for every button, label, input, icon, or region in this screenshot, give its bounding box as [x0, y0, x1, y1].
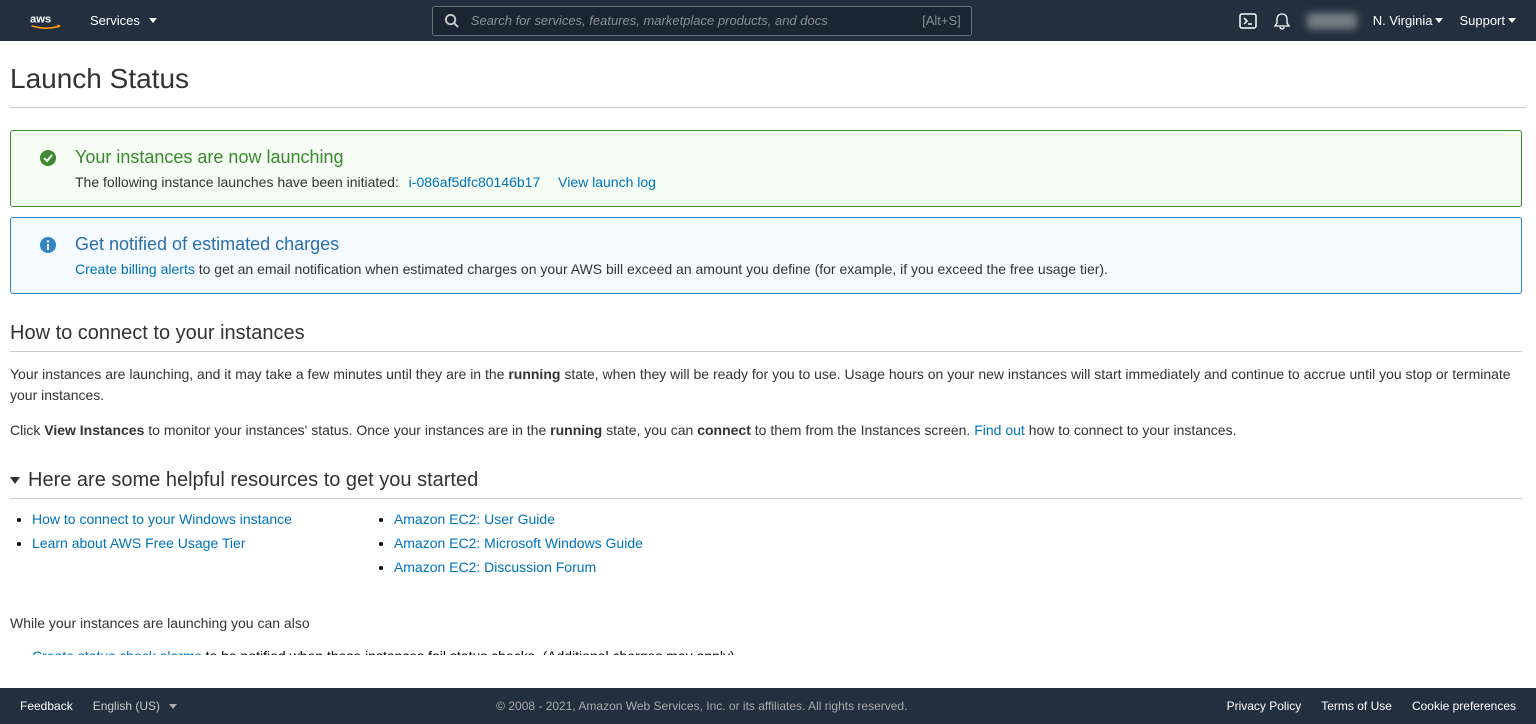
- main-scroll-area[interactable]: Your instances are now launching The fol…: [10, 120, 1526, 655]
- alert-title: Your instances are now launching: [75, 147, 1503, 168]
- resources-heading: Here are some helpful resources to get y…: [28, 469, 478, 492]
- while-launching-text: While your instances are launching you c…: [10, 613, 1522, 634]
- search-icon: [443, 12, 461, 30]
- svg-text:aws: aws: [30, 13, 51, 25]
- search-shortcut-hint: [Alt+S]: [922, 13, 961, 28]
- global-search[interactable]: [Alt+S]: [432, 6, 972, 36]
- support-menu[interactable]: Support: [1459, 13, 1516, 28]
- cookie-preferences-link[interactable]: Cookie preferences: [1412, 699, 1516, 713]
- alert-title: Get notified of estimated charges: [75, 234, 1503, 255]
- list-item: How to connect to your Windows instance: [32, 511, 292, 527]
- view-launch-log-link[interactable]: View launch log: [558, 174, 656, 190]
- check-circle-icon: [39, 149, 57, 190]
- copyright-text: © 2008 - 2021, Amazon Web Services, Inc.…: [177, 699, 1227, 713]
- while-launching-list: Create status check alarms to be notifie…: [10, 648, 1522, 655]
- connect-paragraph-1: Your instances are launching, and it may…: [10, 364, 1522, 406]
- caret-down-icon: [1508, 18, 1516, 23]
- list-item: Create status check alarms to be notifie…: [32, 648, 1522, 655]
- resource-link[interactable]: Amazon EC2: User Guide: [394, 511, 555, 527]
- resource-links: How to connect to your Windows instance …: [10, 511, 1522, 583]
- account-menu[interactable]: [1307, 13, 1357, 29]
- create-status-alarms-link[interactable]: Create status check alarms: [32, 648, 202, 655]
- info-circle-icon: [39, 236, 57, 277]
- list-item: Amazon EC2: Microsoft Windows Guide: [394, 535, 643, 551]
- resource-link[interactable]: How to connect to your Windows instance: [32, 511, 292, 527]
- connect-heading: How to connect to your instances: [10, 304, 1522, 352]
- page-title: Launch Status: [10, 51, 1526, 107]
- search-input[interactable]: [471, 13, 912, 28]
- cloudshell-icon[interactable]: [1239, 12, 1257, 30]
- terms-of-use-link[interactable]: Terms of Use: [1321, 699, 1392, 713]
- resource-link[interactable]: Learn about AWS Free Usage Tier: [32, 535, 245, 551]
- connect-paragraph-2: Click View Instances to monitor your ins…: [10, 420, 1522, 441]
- divider: [10, 107, 1526, 108]
- notifications-icon[interactable]: [1273, 12, 1291, 30]
- top-nav: aws Services [Alt+S] N. Virginia Support: [0, 0, 1536, 41]
- services-label: Services: [90, 13, 140, 28]
- feedback-link[interactable]: Feedback: [20, 699, 73, 713]
- resources-expander[interactable]: Here are some helpful resources to get y…: [10, 455, 1522, 499]
- list-item: Amazon EC2: User Guide: [394, 511, 643, 527]
- region-selector[interactable]: N. Virginia: [1373, 13, 1444, 28]
- list-item: Learn about AWS Free Usage Tier: [32, 535, 292, 551]
- list-item: Amazon EC2: Discussion Forum: [394, 559, 643, 575]
- alert-text: to get an email notification when estima…: [195, 261, 1108, 277]
- services-menu[interactable]: Services: [82, 7, 165, 34]
- alert-text: The following instance launches have bee…: [75, 174, 399, 190]
- find-out-link[interactable]: Find out: [974, 422, 1025, 438]
- footer: Feedback English (US) © 2008 - 2021, Ama…: [0, 688, 1536, 724]
- caret-down-icon: [169, 704, 177, 709]
- triangle-down-icon: [10, 477, 20, 484]
- create-billing-alerts-link[interactable]: Create billing alerts: [75, 261, 195, 277]
- billing-info-alert: Get notified of estimated charges Create…: [10, 217, 1522, 294]
- caret-down-icon: [1435, 18, 1443, 23]
- privacy-policy-link[interactable]: Privacy Policy: [1227, 699, 1302, 713]
- language-selector[interactable]: English (US): [93, 699, 177, 713]
- region-label: N. Virginia: [1373, 13, 1433, 28]
- caret-down-icon: [149, 18, 157, 23]
- support-label: Support: [1459, 13, 1505, 28]
- instance-id-link[interactable]: i-086af5dfc80146b17: [409, 174, 541, 190]
- language-label: English (US): [93, 699, 160, 713]
- launch-success-alert: Your instances are now launching The fol…: [10, 130, 1522, 207]
- resource-link[interactable]: Amazon EC2: Discussion Forum: [394, 559, 596, 575]
- resource-link[interactable]: Amazon EC2: Microsoft Windows Guide: [394, 535, 643, 551]
- aws-logo[interactable]: aws: [30, 11, 62, 31]
